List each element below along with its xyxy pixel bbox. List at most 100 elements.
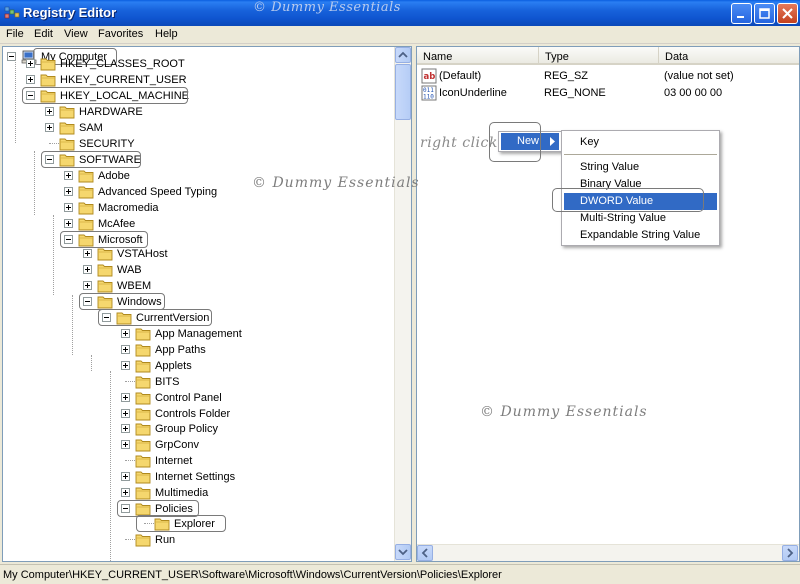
tree-scroll-up-button[interactable] xyxy=(395,47,411,63)
folder-icon xyxy=(97,279,113,293)
expand-toggle[interactable] xyxy=(121,409,130,418)
selection-ring xyxy=(60,231,148,248)
expand-toggle[interactable] xyxy=(121,440,130,449)
highlight-dword-value xyxy=(552,188,704,212)
values-list[interactable]: Name Type Data ab (Default) REG_SZ (valu… xyxy=(416,46,800,562)
list-scroll-left-button[interactable] xyxy=(417,545,433,561)
tree-node-label: Control Panel xyxy=(155,392,222,404)
expand-toggle[interactable] xyxy=(121,393,130,402)
title-bar[interactable]: Registry Editor © Dummy Essentials xyxy=(0,0,800,26)
menu-view[interactable]: View xyxy=(64,28,88,40)
expand-toggle[interactable] xyxy=(64,219,73,228)
folder-icon xyxy=(78,201,94,215)
expand-toggle[interactable] xyxy=(83,265,92,274)
watermark-right: © Dummy Essentials xyxy=(480,404,648,420)
tree-node-label: Advanced Speed Typing xyxy=(98,186,218,198)
tree-node-label: Internet xyxy=(155,455,193,467)
folder-icon xyxy=(59,137,75,151)
tree-guide-line xyxy=(125,381,135,382)
value-row[interactable]: 011 110 IconUnderline REG_NONE 03 00 00 … xyxy=(417,85,799,102)
value-name: (Default) xyxy=(439,70,482,82)
submenu-item-expandable-string-value[interactable]: Expandable String Value xyxy=(564,227,717,244)
submenu-separator xyxy=(564,154,717,155)
column-header-name[interactable]: Name xyxy=(417,47,539,65)
submenu-arrow-icon xyxy=(550,137,555,146)
tree-node-label: App Paths xyxy=(155,344,206,356)
expand-toggle[interactable] xyxy=(26,59,35,68)
tree-node-label: Internet Settings xyxy=(155,471,236,483)
value-row[interactable]: ab (Default) REG_SZ (value not set) xyxy=(417,68,799,85)
tree-node-label: GrpConv xyxy=(155,439,200,451)
expand-toggle[interactable] xyxy=(83,249,92,258)
menu-edit[interactable]: Edit xyxy=(34,28,53,40)
expand-toggle[interactable] xyxy=(45,123,54,132)
menu-bar: File Edit View Favorites Help xyxy=(0,26,800,44)
tree-node-label: App Management xyxy=(155,328,242,340)
column-header-data[interactable]: Data xyxy=(659,47,799,65)
arrow-right-icon xyxy=(787,548,794,558)
expand-toggle[interactable] xyxy=(83,281,92,290)
submenu-item-key[interactable]: Key xyxy=(564,134,717,151)
menu-file[interactable]: File xyxy=(6,28,24,40)
expand-toggle[interactable] xyxy=(121,329,130,338)
tree-node-label: HKEY_CURRENT_USER xyxy=(60,74,187,86)
status-path: My Computer\HKEY_CURRENT_USER\Software\M… xyxy=(3,569,502,581)
tree-node-label: WAB xyxy=(117,264,142,276)
folder-icon xyxy=(135,359,151,373)
tree-node-label: HARDWARE xyxy=(79,106,143,118)
expand-toggle[interactable] xyxy=(121,424,130,433)
folder-icon xyxy=(78,217,94,231)
column-header-type[interactable]: Type xyxy=(539,47,659,65)
tree-scroll-thumb[interactable] xyxy=(395,64,411,120)
window-title: Registry Editor xyxy=(23,5,117,20)
tree-guide-line xyxy=(110,371,111,561)
tree-node-label: Multimedia xyxy=(155,487,209,499)
list-scroll-right-button[interactable] xyxy=(782,545,798,561)
tree-node-label: BITS xyxy=(155,376,180,388)
expand-toggle[interactable] xyxy=(64,187,73,196)
maximize-icon xyxy=(759,8,770,19)
tree-guide-line xyxy=(34,151,35,215)
expand-toggle[interactable] xyxy=(121,488,130,497)
registry-tree[interactable]: My Computer HKEY_CLASSES_ROOT HKEY_CURRENT… xyxy=(2,46,412,562)
submenu-item-multi-string-value[interactable]: Multi-String Value xyxy=(564,210,717,227)
registry-app-icon xyxy=(4,6,20,19)
folder-icon xyxy=(40,57,56,71)
submenu-item-string-value[interactable]: String Value xyxy=(564,159,717,176)
list-horizontal-scrollbar[interactable] xyxy=(417,544,799,561)
tree-guide-line xyxy=(125,539,135,540)
tree-node-label: VSTAHost xyxy=(117,248,168,260)
expand-toggle[interactable] xyxy=(121,345,130,354)
value-data: (value not set) xyxy=(664,70,734,82)
tree-scroll-down-button[interactable] xyxy=(395,544,411,560)
tree-guide-line xyxy=(15,55,16,143)
minimize-button[interactable] xyxy=(731,3,752,24)
folder-icon xyxy=(78,185,94,199)
tree-guide-line xyxy=(53,215,54,295)
tree-node-label: Adobe xyxy=(98,170,130,182)
folder-icon xyxy=(40,73,56,87)
watermark-center: © Dummy Essentials xyxy=(252,175,420,191)
menu-help[interactable]: Help xyxy=(155,28,178,40)
expand-toggle[interactable] xyxy=(26,75,35,84)
folder-icon xyxy=(135,327,151,341)
tree-node-label: Macromedia xyxy=(98,202,159,214)
tree-vertical-scrollbar[interactable] xyxy=(394,47,411,561)
selection-ring xyxy=(98,309,212,326)
tree-node-label: WBEM xyxy=(117,280,152,292)
selection-ring xyxy=(41,151,141,168)
maximize-button[interactable] xyxy=(754,3,775,24)
string-value-icon: ab xyxy=(421,68,437,84)
tree-node-label: Run xyxy=(155,534,176,546)
menu-favorites[interactable]: Favorites xyxy=(98,28,143,40)
folder-icon xyxy=(135,454,151,468)
expand-toggle[interactable] xyxy=(64,203,73,212)
highlight-new xyxy=(489,122,541,162)
value-type: REG_NONE xyxy=(544,87,606,99)
expand-toggle[interactable] xyxy=(121,472,130,481)
expand-toggle[interactable] xyxy=(45,107,54,116)
tree-node-label: SAM xyxy=(79,122,103,134)
expand-toggle[interactable] xyxy=(64,171,73,180)
close-button[interactable] xyxy=(777,3,798,24)
expand-toggle[interactable] xyxy=(121,361,130,370)
